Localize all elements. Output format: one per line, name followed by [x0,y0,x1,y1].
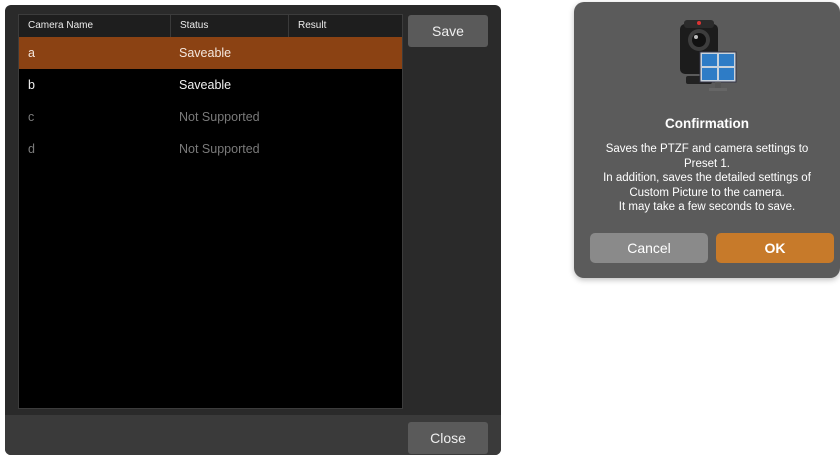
header-result[interactable]: Result [288,15,402,37]
dialog-message-line: Custom Picture to the camera. [629,186,785,199]
dialog-message-line: Saves the PTZF and camera settings to [605,143,809,155]
cell-status: Saveable [179,78,232,92]
table-row[interactable]: b Saveable [19,69,402,101]
list-header: Camera Name Status Result [19,15,402,37]
close-button[interactable]: Close [408,422,488,454]
table-row[interactable]: a Saveable [19,37,402,69]
table-row[interactable]: d Not Supported [19,133,402,165]
header-camera-name[interactable]: Camera Name [19,15,170,37]
cell-status: Not Supported [179,110,260,124]
dialog-message-line: In addition, saves the detailed settings… [603,172,811,184]
camera-list[interactable]: Camera Name Status Result a Saveable b S… [18,14,403,409]
header-status[interactable]: Status [170,15,288,37]
ok-button[interactable]: OK [716,233,834,263]
cancel-button[interactable]: Cancel [590,233,708,263]
dialog-message-line: Preset 1. [683,157,731,170]
save-button[interactable]: Save [408,15,488,47]
ptz-camera-monitor-icon [680,20,737,91]
cell-camera-name: a [28,46,35,60]
dialog-title: Confirmation [665,116,749,131]
cell-camera-name: b [28,78,35,92]
cell-camera-name: d [28,142,35,156]
confirmation-dialog: Confirmation Saves the PTZF and camera s… [574,2,840,278]
table-row[interactable]: c Not Supported [19,101,402,133]
cell-status: Not Supported [179,142,260,156]
cell-camera-name: c [28,110,35,124]
dialog-message-line: It may take a few seconds to save. [618,201,796,213]
cell-status: Saveable [179,46,232,60]
dialog-message: Saves the PTZF and camera settings to Pr… [582,142,832,215]
